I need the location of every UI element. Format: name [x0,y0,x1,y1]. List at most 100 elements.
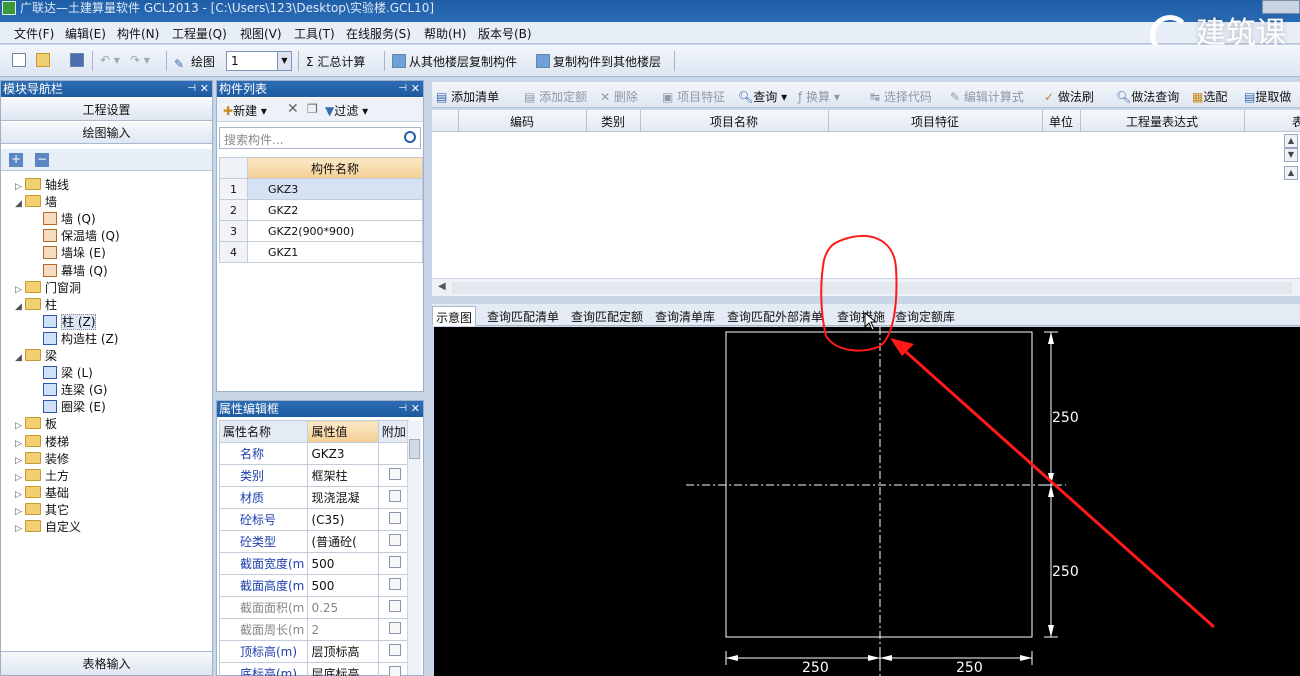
property-value[interactable]: 500 [307,552,379,575]
undo-icon[interactable]: ↶ ▾ [100,53,120,67]
tree-item-3[interactable]: 保温墙 (Q) [43,228,120,245]
property-value[interactable]: 500 [307,574,379,597]
checkbox[interactable] [388,534,401,546]
scroll-down-icon[interactable]: ▼ [1284,148,1298,162]
table-input-button[interactable]: 表格输入 [1,651,212,675]
close-icon[interactable]: ✕ [411,81,420,97]
property-row[interactable]: 截面宽度(m 500 [218,552,410,575]
copy-from-floor-button[interactable]: 从其他楼层复制构件 [392,53,517,70]
method-brush-button[interactable]: ✓ 做法刷 [1044,88,1094,105]
open-file-icon[interactable] [36,53,53,68]
tree-item-6[interactable]: ▷ 门窗洞 [15,280,81,297]
expanded-arrow-icon[interactable]: ◢ [15,350,25,367]
component-row[interactable]: 4 GKZ1 [219,241,423,263]
search-icon[interactable] [404,131,416,143]
menu-edit[interactable]: 编辑(E) [65,25,106,42]
tree-item-1[interactable]: ◢ 墙 [15,194,57,211]
property-value[interactable]: 层底标高 [307,662,379,676]
checkbox[interactable] [388,468,401,480]
checkbox[interactable] [388,600,401,612]
property-value[interactable]: 现浇混凝 [307,486,379,509]
tree-item-0[interactable]: ▷ 轴线 [15,177,69,194]
property-row[interactable]: 名称 GKZ3 [218,442,410,465]
method-query-button[interactable]: 🔍︎做法查询 [1116,88,1179,105]
tab-diagram[interactable]: 示意图 [432,306,477,326]
property-row[interactable]: 截面高度(m 500 [218,574,410,597]
tab-match-list[interactable]: 查询匹配清单 [484,306,562,326]
property-value[interactable]: GKZ3 [307,442,379,465]
property-row[interactable]: 顶标高(m) 层顶标高 [218,640,410,663]
delete-icon[interactable]: ✕ [287,101,299,117]
close-icon[interactable]: ✕ [411,401,420,417]
tree-item-16[interactable]: ▷ 装修 [15,451,69,468]
expanded-arrow-icon[interactable]: ◢ [15,299,25,316]
save-icon[interactable] [70,53,87,68]
new-component-button[interactable]: ✚新建 ▾ [223,102,267,119]
tree-item-7[interactable]: ◢ 柱 [15,297,57,314]
property-row[interactable]: 截面周长(m 2 [218,618,410,641]
tree-item-19[interactable]: ▷ 其它 [15,502,69,519]
tree-item-11[interactable]: 梁 (L) [43,365,93,382]
tab-match-external-list[interactable]: 查询匹配外部清单 [724,306,826,326]
menu-online-service[interactable]: 在线服务(S) [346,25,411,42]
checkbox[interactable] [388,578,401,590]
match-button[interactable]: ▦选配 [1192,88,1227,105]
tree-item-8[interactable]: 柱 (Z) [43,313,97,331]
property-row[interactable]: 类别 框架柱 [218,464,410,487]
menu-version[interactable]: 版本号(B) [478,25,532,42]
edit-formula-button[interactable]: ✎ 编辑计算式 [950,88,1024,105]
expanded-arrow-icon[interactable]: ◢ [15,196,25,213]
tree-item-12[interactable]: 连梁 (G) [43,382,107,399]
scroll-left-icon[interactable]: ◀ [438,281,446,292]
tree-item-13[interactable]: 圈梁 (E) [43,399,106,416]
pin-icon[interactable]: ⊣ [187,81,196,97]
property-row[interactable]: 砼类型 (普通砼( [218,530,410,553]
new-file-icon[interactable] [12,53,29,68]
tree-item-15[interactable]: ▷ 楼梯 [15,434,69,451]
property-value[interactable]: 层顶标高 [307,640,379,663]
checkbox[interactable] [388,512,401,524]
checkbox[interactable] [388,490,401,502]
drawing-input-button[interactable]: 绘图输入 [1,122,212,144]
pin-icon[interactable]: ⊣ [398,401,407,417]
checkbox[interactable] [388,622,401,634]
add-list-button[interactable]: ▤ 添加清单 [436,88,499,105]
project-settings-button[interactable]: 工程设置 [1,99,212,121]
tree-item-17[interactable]: ▷ 土方 [15,468,69,485]
component-row[interactable]: 3 GKZ2(900*900) [219,220,423,242]
tree-item-5[interactable]: 幕墙 (Q) [43,263,108,280]
menu-tools[interactable]: 工具(T) [294,25,335,42]
property-value[interactable]: (C35) [307,508,379,531]
tree-item-14[interactable]: ▷ 板 [15,416,57,433]
tree-item-2[interactable]: 墙 (Q) [43,211,96,228]
pin-icon[interactable]: ⊣ [398,81,407,97]
property-value[interactable]: 2 [307,618,379,641]
extract-button[interactable]: ▤提取做 [1244,88,1291,105]
collapsed-arrow-icon[interactable]: ▷ [15,521,25,538]
component-search-input[interactable]: 搜索构件... [219,127,421,149]
item-feature-button[interactable]: ▣ 项目特征 [662,88,725,105]
tree-item-4[interactable]: 墙垛 (E) [43,245,106,262]
property-value[interactable]: 框架柱 [307,464,379,487]
property-row[interactable]: 材质 现浇混凝 [218,486,410,509]
property-row[interactable]: 底标高(m) 层底标高 [218,662,410,676]
query-button[interactable]: 🔍︎查询 ▾ [738,88,787,105]
tree-item-10[interactable]: ◢ 梁 [15,348,57,365]
scroll-up-icon[interactable]: ▲ [1284,134,1298,148]
scroll-up-icon[interactable]: ▲ [1284,166,1298,180]
checkbox[interactable] [388,556,401,568]
close-icon[interactable]: ✕ [200,81,209,97]
property-value[interactable]: 0.25 [307,596,379,619]
floor-select[interactable]: 1 ▼ [226,51,292,71]
tab-match-quota[interactable]: 查询匹配定额 [568,306,646,326]
copy-to-floor-button[interactable]: 复制构件到其他楼层 [536,53,661,70]
select-code-button[interactable]: ↹ 选择代码 [870,88,932,105]
expand-all-icon[interactable]: + [9,153,23,167]
checkbox[interactable] [388,644,401,656]
menu-help[interactable]: 帮助(H) [424,25,466,42]
component-row[interactable]: 1 GKZ3 [219,178,423,200]
menu-component[interactable]: 构件(N) [117,25,159,42]
tree-item-9[interactable]: 构造柱 (Z) [43,331,118,348]
property-row[interactable]: 砼标号 (C35) [218,508,410,531]
menu-file[interactable]: 文件(F) [14,25,54,42]
